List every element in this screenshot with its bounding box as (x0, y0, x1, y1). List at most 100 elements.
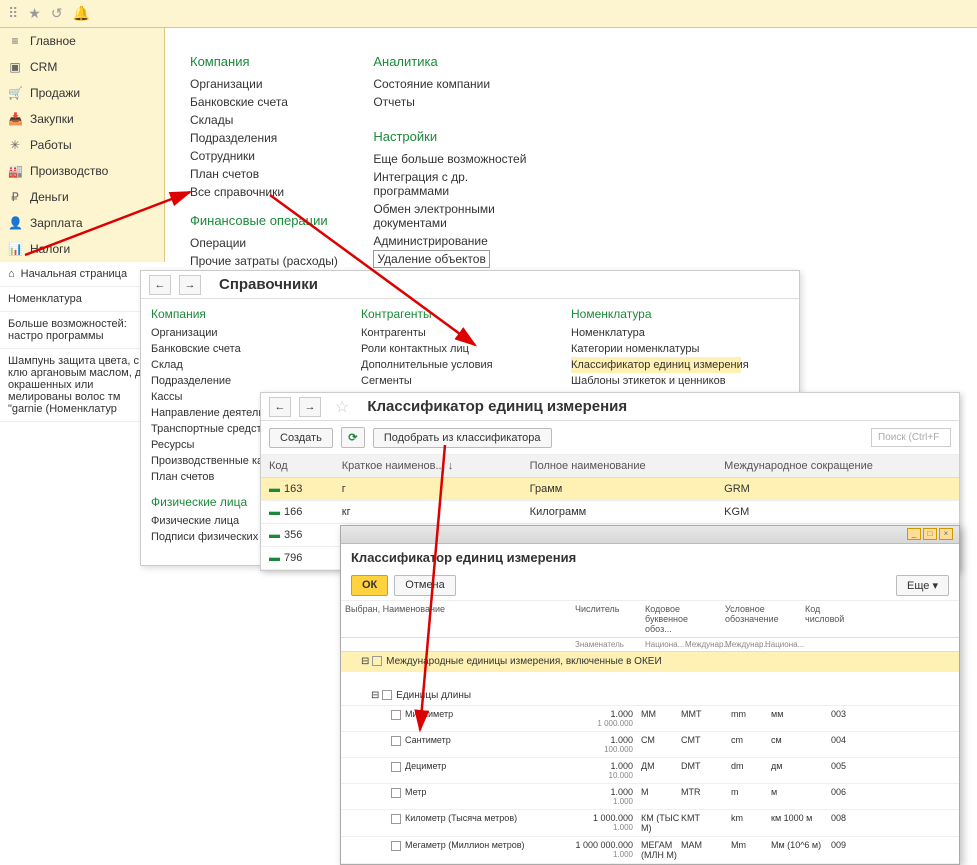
classifier-row[interactable]: Мегаметр (Миллион метров) 1 000 000.0001… (341, 837, 959, 864)
fwd3-button[interactable]: → (299, 397, 321, 417)
classifier-row[interactable]: Метр 1.0001.000 МMTRmм006 (341, 784, 959, 810)
h-code[interactable]: Кодовое буквенное обоз... (641, 601, 721, 637)
side-works[interactable]: ✳ Работы (0, 132, 164, 158)
checkbox[interactable] (391, 814, 401, 824)
p1-depts[interactable]: Подразделения (190, 129, 360, 147)
col-short[interactable]: Краткое наименов... ↓ (334, 455, 522, 478)
classifier-row[interactable]: Дециметр 1.00010.000 ДМDMTdmдм005 (341, 758, 959, 784)
p2-nomen2[interactable]: Категории номенклатуры (571, 341, 741, 357)
p1-bank[interactable]: Банковские счета (190, 93, 360, 111)
h-name[interactable]: Выбран, Наименование (341, 601, 571, 637)
checkbox[interactable] (391, 788, 401, 798)
spark-icon: ✳ (8, 138, 22, 152)
p2-org[interactable]: Организации (151, 325, 321, 341)
factory-icon: 🏭 (8, 164, 22, 178)
classifier-row[interactable]: Километр (Тысяча метров) 1 000.0001.000 … (341, 810, 959, 837)
h-symbol[interactable]: Условное обозначение (721, 601, 801, 637)
bell-icon[interactable]: 🔔 (73, 5, 90, 22)
p1-integration[interactable]: Интеграция с др. программами (373, 168, 543, 200)
side-purchase[interactable]: 📥Закупки (0, 106, 164, 132)
person-icon: 👤 (8, 216, 22, 230)
checkbox[interactable] (391, 841, 401, 851)
classifier-row[interactable]: Сантиметр 1.000100.000 СМCMTcmсм004 (341, 732, 959, 758)
p2-warehouse[interactable]: Склад (151, 357, 321, 373)
p2-contr1[interactable]: Контрагенты (361, 325, 531, 341)
p2-unit-classifier[interactable]: Классификатор единиц измерения (571, 357, 741, 373)
p1-all-refs[interactable]: Все справочники (190, 183, 360, 201)
pick-from-classifier-button[interactable]: Подобрать из классификатора (373, 428, 552, 448)
create-button[interactable]: Создать (269, 428, 333, 448)
p1-warehouses[interactable]: Склады (190, 111, 360, 129)
star-icon[interactable]: ★ (28, 5, 41, 22)
p1-admin[interactable]: Администрирование (373, 232, 543, 250)
table-row[interactable]: ▬166кгКилограммKGM (261, 501, 959, 524)
p3-toolbar: Создать ⟳ Подобрать из классификатора По… (261, 421, 959, 455)
table-row[interactable]: ▬163гГраммGRM (261, 478, 959, 501)
p1-ops[interactable]: Операции (190, 234, 360, 252)
back3-button[interactable]: ← (269, 397, 291, 417)
side-crm[interactable]: ▣CRM (0, 54, 164, 80)
col-intl[interactable]: Международное сокращение (716, 455, 959, 478)
more-button[interactable]: Еще ▾ (896, 575, 949, 596)
p2-company-head: Компания (151, 307, 321, 321)
side-taxes[interactable]: 📊Налоги (0, 236, 164, 262)
p2-dept[interactable]: Подразделение (151, 373, 321, 389)
close-button[interactable]: × (939, 528, 953, 540)
p1-delete-objects[interactable]: Удаление объектов (373, 250, 490, 268)
subgroup-length[interactable]: ⊟ Единицы длины (341, 686, 959, 706)
side-label: CRM (30, 60, 57, 74)
side-sales[interactable]: 🛒Продажи (0, 80, 164, 106)
side-money[interactable]: ₽Деньги (0, 184, 164, 210)
dialog-titlebar: _ □ × (341, 526, 959, 544)
side-main[interactable]: ≡Главное (0, 28, 164, 54)
h-numcode[interactable]: Код числовой (801, 601, 861, 637)
h2-nat: Национа... (641, 638, 681, 651)
p1-edoc[interactable]: Обмен электронными документами (373, 200, 543, 232)
p2-bank[interactable]: Банковские счета (151, 341, 321, 357)
p2-contr3[interactable]: Дополнительные условия (361, 357, 531, 373)
win2-title: Справочники (219, 276, 318, 293)
checkbox[interactable] (372, 656, 382, 666)
dialog-title: Классификатор единиц измерения (341, 544, 959, 571)
group-international[interactable]: ⊟ Международные единицы измерения, включ… (341, 652, 959, 672)
checkbox[interactable] (391, 762, 401, 772)
row-icon: ▬ (269, 506, 280, 518)
p2-nomen1[interactable]: Номенклатура (571, 325, 741, 341)
history-icon[interactable]: ↺ (51, 5, 63, 22)
section-panel: Компания Организации Банковские счета Ск… (190, 50, 560, 270)
p1-org[interactable]: Организации (190, 75, 360, 93)
max-button[interactable]: □ (923, 528, 937, 540)
ok-button[interactable]: ОК (351, 575, 388, 596)
refresh-button[interactable]: ⟳ (341, 427, 365, 448)
p1-company-state[interactable]: Состояние компании (373, 75, 543, 93)
fwd-button[interactable]: → (179, 275, 201, 295)
checkbox[interactable] (382, 690, 392, 700)
p1-accounts[interactable]: План счетов (190, 165, 360, 183)
star-icon[interactable]: ☆ (335, 397, 349, 417)
col-full[interactable]: Полное наименование (522, 455, 717, 478)
search-input[interactable]: Поиск (Ctrl+F (871, 428, 951, 447)
col-code[interactable]: Код (261, 455, 334, 478)
h-num[interactable]: Числитель (571, 601, 641, 637)
p1-reports[interactable]: Отчеты (373, 93, 543, 111)
p2-nomen4[interactable]: Шаблоны этикеток и ценников (571, 373, 741, 389)
p1-more-features[interactable]: Еще больше возможностей (373, 150, 543, 168)
side-production[interactable]: 🏭Производство (0, 158, 164, 184)
p2-contr4[interactable]: Сегменты (361, 373, 531, 389)
side-label: Продажи (30, 86, 80, 100)
start-label: Начальная страница (21, 268, 127, 280)
p1-employees[interactable]: Сотрудники (190, 147, 360, 165)
side-label: Работы (30, 138, 72, 152)
checkbox[interactable] (391, 710, 401, 720)
classifier-row[interactable]: Миллиметр 1.0001 000.000 ММMMTmmмм003 (341, 706, 959, 732)
checkbox[interactable] (391, 736, 401, 746)
p1-expenses[interactable]: Прочие затраты (расходы) (190, 252, 360, 270)
side-salary[interactable]: 👤Зарплата (0, 210, 164, 236)
settings-head: Настройки (373, 129, 543, 144)
h2-nat2: Национа... (761, 638, 801, 651)
min-button[interactable]: _ (907, 528, 921, 540)
apps-icon[interactable]: ⠿ (8, 5, 18, 22)
cancel-button[interactable]: Отмена (394, 575, 455, 596)
back-button[interactable]: ← (149, 275, 171, 295)
p2-contr2[interactable]: Роли контактных лиц (361, 341, 531, 357)
